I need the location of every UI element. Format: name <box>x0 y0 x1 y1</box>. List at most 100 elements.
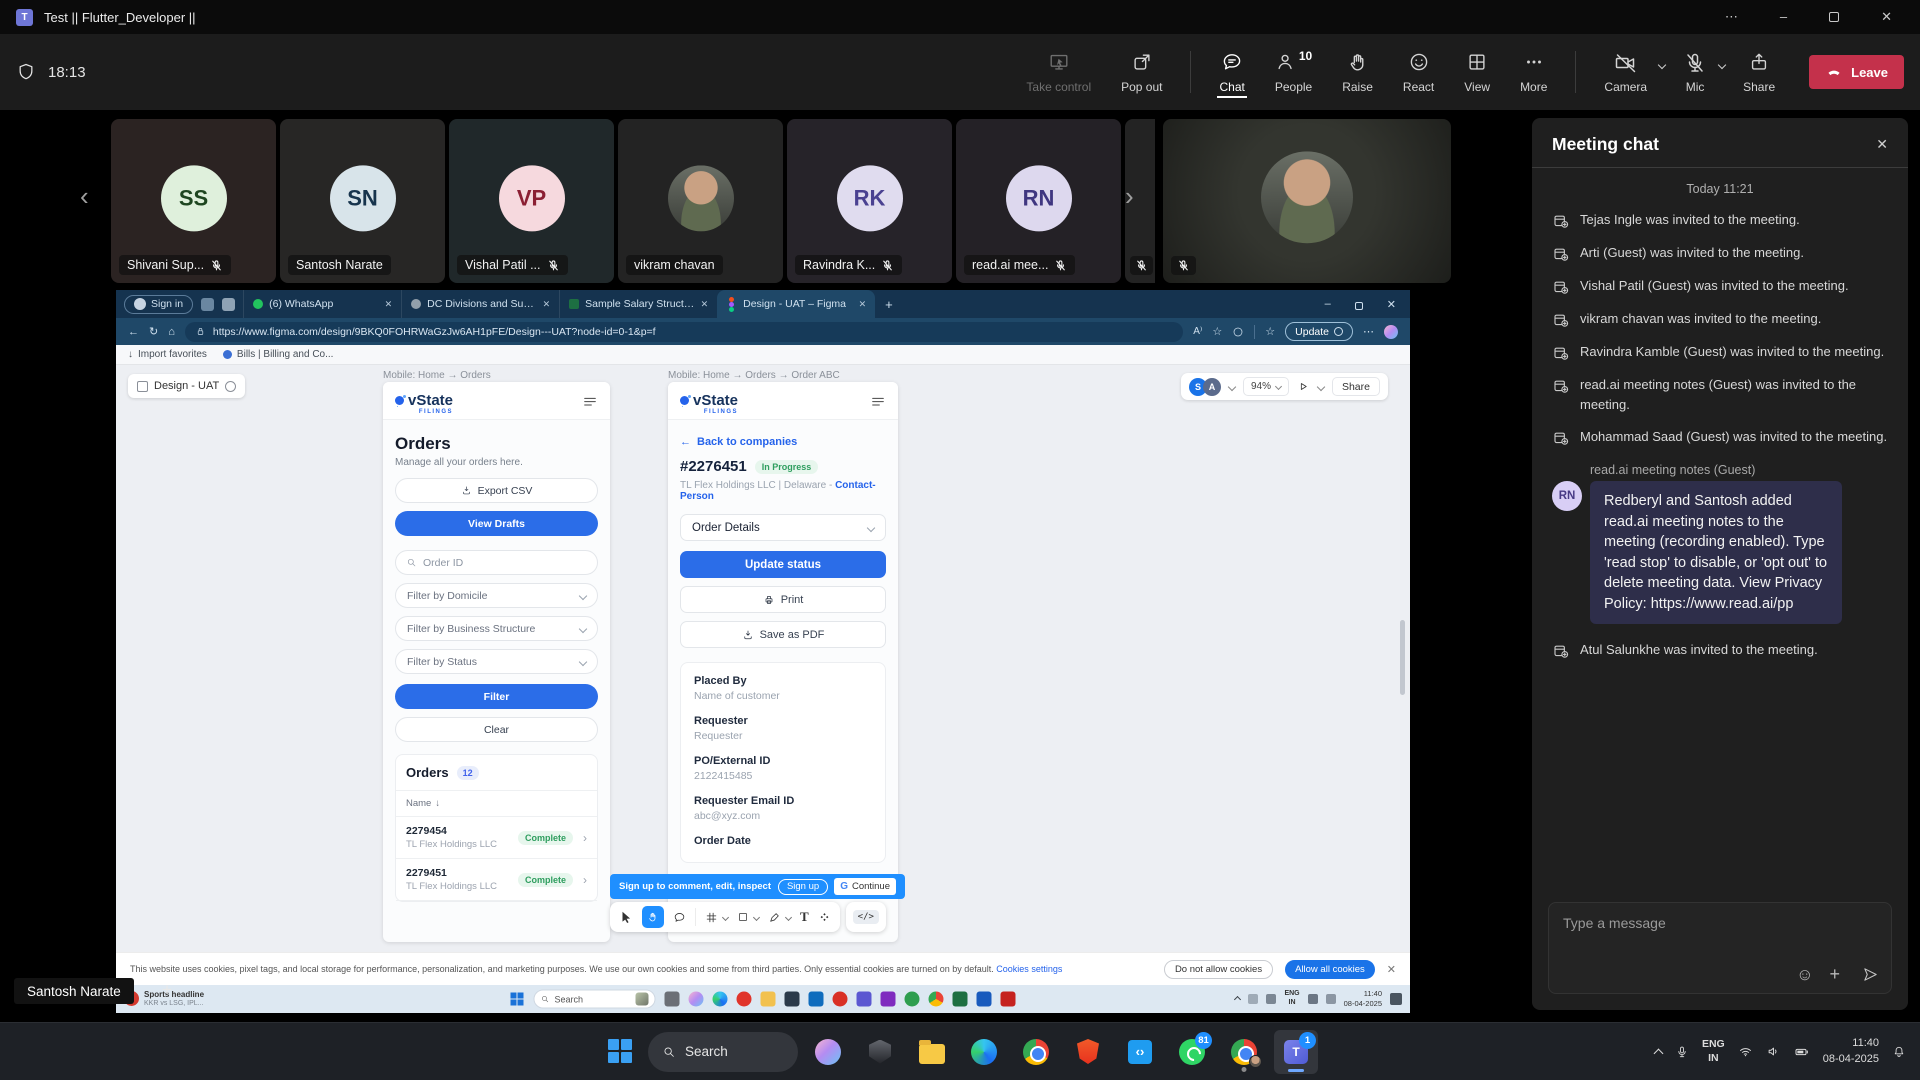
opera-icon[interactable] <box>737 992 752 1007</box>
chat-message[interactable]: RN Redberyl and Santosh added read.ai me… <box>1552 481 1888 624</box>
react-button[interactable]: React <box>1401 47 1436 98</box>
frame-tool-icon[interactable] <box>705 911 718 924</box>
share-screen-button[interactable]: Share <box>1741 47 1777 98</box>
filter-button[interactable]: Filter <box>395 684 598 709</box>
filter-status-dropdown[interactable]: Filter by Status <box>395 649 598 674</box>
leave-button[interactable]: Leave <box>1809 55 1904 89</box>
favorite-star-icon[interactable]: ☆ <box>1212 325 1222 338</box>
mic-options-chevron-icon[interactable] <box>1718 61 1726 69</box>
extensions-icon[interactable] <box>1232 326 1244 338</box>
chevron-down-icon[interactable] <box>785 913 792 920</box>
wifi-icon[interactable] <box>1738 1044 1753 1059</box>
browser-update-button[interactable]: Update <box>1285 322 1353 341</box>
new-tab-icon[interactable]: + <box>885 297 893 312</box>
workspaces-icon[interactable] <box>201 298 214 311</box>
order-row[interactable]: 2279454TL Flex Holdings LLC Complete › <box>396 817 597 858</box>
tab-close-icon[interactable]: ✕ <box>543 299 551 310</box>
collections-star-icon[interactable]: ☆ <box>1265 325 1275 338</box>
update-status-button[interactable]: Update status <box>680 551 886 578</box>
copilot-icon[interactable] <box>1384 325 1398 339</box>
hamburger-menu-icon[interactable] <box>582 393 598 409</box>
shape-tool-icon[interactable] <box>737 911 749 923</box>
folder-icon[interactable] <box>761 992 776 1007</box>
import-favorites-link[interactable]: ↓Import favorites <box>128 349 207 360</box>
column-header-name[interactable]: Name <box>406 798 431 809</box>
app-icon[interactable] <box>785 992 800 1007</box>
comment-tool-icon[interactable] <box>673 911 686 924</box>
chevron-down-icon[interactable] <box>753 913 760 920</box>
people-button[interactable]: 10 People <box>1273 47 1314 98</box>
browser-tab-salary-sheet[interactable]: Sample Salary Structure with calc✕ <box>559 290 717 318</box>
figma-share-button[interactable]: Share <box>1332 377 1380 396</box>
collaborator-avatar[interactable]: A <box>1203 378 1221 396</box>
browser-maximize-icon[interactable] <box>1355 302 1363 310</box>
save-as-pdf-button[interactable]: Save as PDF <box>680 621 886 648</box>
chat-button[interactable]: Chat <box>1217 47 1246 98</box>
figma-frame-order-detail[interactable]: vStateFILINGS ←Back to companies #227645… <box>668 382 898 942</box>
tray-expand-icon[interactable] <box>1234 995 1241 1002</box>
back-icon[interactable]: ← <box>128 326 139 338</box>
browser-signin-button[interactable]: Sign in <box>124 295 193 314</box>
banner-google-continue-button[interactable]: GContinue <box>834 878 896 895</box>
cookies-settings-link[interactable]: Cookies settings <box>996 964 1062 974</box>
url-field[interactable]: https://www.figma.com/design/9BKQ0FOHRWa… <box>185 322 1183 342</box>
shared-search-box[interactable]: Search <box>534 990 656 1009</box>
browser-menu-icon[interactable]: ⋯ <box>1363 325 1374 338</box>
dev-mode-toggle[interactable]: </> <box>846 902 886 932</box>
tray-icon[interactable] <box>1266 994 1276 1004</box>
start-button-icon[interactable] <box>511 992 525 1006</box>
banner-signup-button[interactable]: Sign up <box>778 879 828 895</box>
order-id-search-input[interactable]: Order ID <box>395 550 598 575</box>
notification-bell-icon[interactable] <box>1892 1045 1906 1059</box>
taskbar-brave-icon[interactable] <box>1066 1030 1110 1074</box>
taskbar-whatsapp-icon[interactable]: 81 <box>1170 1030 1214 1074</box>
order-details-dropdown[interactable]: Order Details <box>680 514 886 541</box>
text-tool-icon[interactable]: T <box>800 909 809 925</box>
volume-icon[interactable] <box>1326 994 1336 1004</box>
app-icon[interactable] <box>665 992 680 1007</box>
figma-frame-orders[interactable]: vStateFILINGS Orders Manage all your ord… <box>383 382 610 942</box>
deny-cookies-button[interactable]: Do not allow cookies <box>1164 960 1273 979</box>
tab-close-icon[interactable]: ✕ <box>385 299 393 310</box>
participant-tile[interactable]: vikram chavan <box>618 119 783 283</box>
app-icon[interactable] <box>857 992 872 1007</box>
taskbar-search-box[interactable]: Search <box>648 1032 798 1072</box>
figma-canvas[interactable]: Design - UAT Mobile: Home → Orders Mobil… <box>116 365 1410 952</box>
volume-icon[interactable] <box>1766 1044 1781 1059</box>
word-icon[interactable] <box>977 992 992 1007</box>
browser-close-icon[interactable]: ✕ <box>1387 298 1396 311</box>
chat-message-list[interactable]: Today 11:21 Tejas Ingle was invited to t… <box>1532 168 1908 892</box>
taskbar-copilot-icon[interactable] <box>806 1030 850 1074</box>
filter-business-structure-dropdown[interactable]: Filter by Business Structure <box>395 616 598 641</box>
chat-message-input[interactable] <box>1549 903 1891 943</box>
tray-mic-icon[interactable] <box>1675 1045 1689 1059</box>
taskbar-clock[interactable]: 11:4008-04-2025 <box>1823 1036 1879 1067</box>
tab-close-icon[interactable]: ✕ <box>701 299 709 310</box>
notification-icon[interactable] <box>1390 993 1402 1005</box>
participant-tile[interactable]: RK Ravindra K... <box>787 119 952 283</box>
pen-tool-icon[interactable] <box>768 911 781 924</box>
participant-tile[interactable]: SN Santosh Narate <box>280 119 445 283</box>
taskbar-chrome-icon[interactable] <box>1014 1030 1058 1074</box>
read-aloud-icon[interactable]: A⁾ <box>1193 326 1202 337</box>
emoji-icon[interactable]: ☺ <box>1796 965 1813 985</box>
filmstrip-prev-icon[interactable]: ‹ <box>80 181 89 212</box>
taskbar-vscode-icon[interactable]: ‹› <box>1118 1030 1162 1074</box>
window-minimize-icon[interactable]: – <box>1780 9 1787 25</box>
chevron-down-icon[interactable] <box>1317 382 1325 390</box>
browser-tab-whatsapp[interactable]: (6) WhatsApp✕ <box>243 290 401 318</box>
taskbar-chrome-profile-icon[interactable] <box>1222 1030 1266 1074</box>
participant-tile[interactable]: RN read.ai mee... <box>956 119 1121 283</box>
tray-expand-icon[interactable] <box>1654 1049 1664 1059</box>
print-button[interactable]: Print <box>680 586 886 613</box>
vertical-tabs-icon[interactable] <box>222 298 235 311</box>
camera-button[interactable]: Camera <box>1602 47 1649 98</box>
cookie-close-icon[interactable]: ✕ <box>1387 963 1396 976</box>
chrome-icon[interactable] <box>929 992 944 1007</box>
home-icon[interactable]: ⌂ <box>168 326 175 338</box>
chevron-down-icon[interactable] <box>1228 382 1236 390</box>
sort-arrow-icon[interactable]: ↓ <box>435 798 440 809</box>
figma-file-chip[interactable]: Design - UAT <box>128 374 245 398</box>
edge-icon[interactable] <box>713 992 728 1007</box>
acrobat-icon[interactable] <box>1001 992 1016 1007</box>
